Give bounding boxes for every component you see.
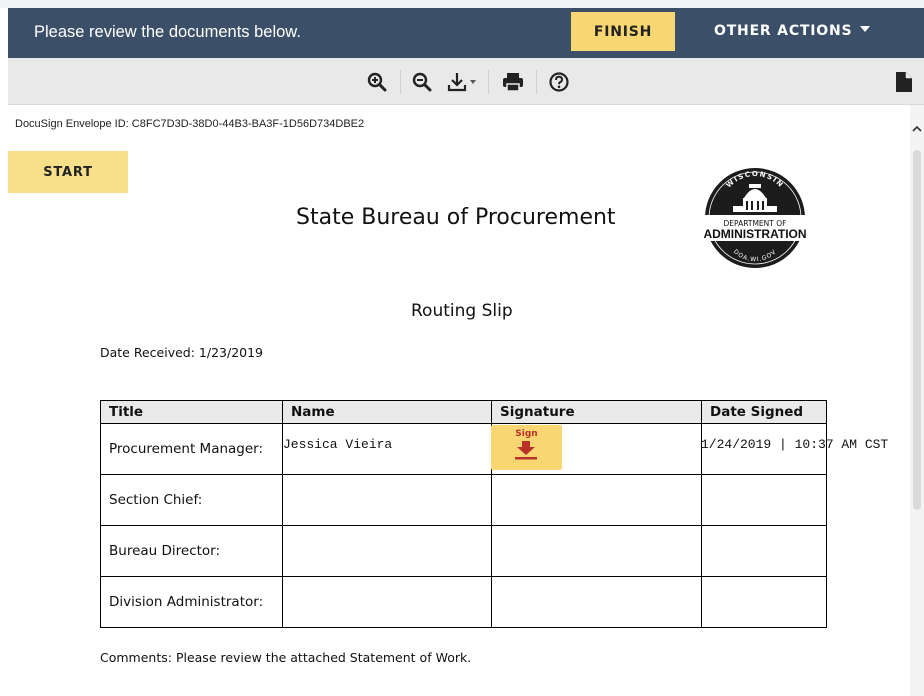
sign-tab-label: Sign — [515, 429, 538, 439]
start-button[interactable]: START — [8, 151, 128, 193]
row-name-cell — [282, 474, 492, 526]
caret-down-icon — [860, 26, 871, 32]
routing-table: Title Name Signature Date Signed Procure… — [100, 400, 827, 628]
row-name-cell — [282, 525, 492, 577]
column-header: Title — [100, 400, 283, 424]
envelope-id: DocuSign Envelope ID: C8FC7D3D-38D0-44B3… — [15, 118, 365, 130]
zoom-out-icon[interactable] — [409, 68, 435, 96]
other-actions-label: OTHER ACTIONS — [714, 23, 853, 39]
review-message: Please review the documents below. — [34, 23, 301, 41]
table-row: Division Administrator: — [100, 576, 827, 628]
row-date-cell — [701, 474, 827, 526]
download-icon[interactable] — [446, 68, 482, 96]
document-toolbar — [8, 58, 924, 105]
seal-line2: ADMINISTRATION — [703, 227, 806, 241]
document-title: State Bureau of Procurement — [296, 205, 616, 230]
routing-slip-title: Routing Slip — [411, 301, 513, 321]
row-title: Section Chief: — [100, 474, 283, 526]
toolbar-divider — [488, 70, 489, 94]
print-icon[interactable] — [500, 68, 526, 96]
table-header-row: Title Name Signature Date Signed — [100, 400, 827, 424]
row-title: Bureau Director: — [100, 525, 283, 577]
sign-here-tab[interactable]: Sign — [491, 425, 562, 470]
zoom-in-icon[interactable] — [364, 68, 390, 96]
table-row: Section Chief: — [100, 474, 827, 526]
row-date-cell — [701, 576, 827, 628]
row-name-cell — [282, 576, 492, 628]
date-signed: 1/24/2019 | 10:37 AM CST — [701, 437, 889, 452]
date-received: Date Received: 1/23/2019 — [100, 345, 264, 360]
scroll-up-icon[interactable] — [912, 120, 922, 138]
row-signature-cell — [491, 576, 702, 628]
top-strip — [0, 0, 924, 8]
column-header: Name — [282, 400, 492, 424]
column-header: Signature — [491, 400, 702, 424]
other-actions-menu[interactable]: OTHER ACTIONS — [714, 23, 871, 39]
document-icon[interactable] — [892, 68, 916, 96]
column-header: Date Signed — [701, 400, 827, 424]
row-date-cell — [701, 525, 827, 577]
table-row: Bureau Director: — [100, 525, 827, 577]
row-signature-cell — [491, 525, 702, 577]
help-icon[interactable] — [546, 68, 572, 96]
arrow-down-icon — [514, 441, 538, 466]
finish-button[interactable]: FINISH — [571, 12, 675, 51]
doa-seal-logo: WISCONSIN DEPARTMENT OF ADMINISTRATION D… — [699, 166, 811, 270]
row-title: Procurement Manager: — [100, 423, 283, 475]
toolbar-divider — [400, 70, 401, 94]
row-title: Division Administrator: — [100, 576, 283, 628]
row-signature-cell — [491, 474, 702, 526]
header-bar: Please review the documents below. FINIS… — [8, 8, 924, 58]
signer-name: Jessica Vieira — [283, 437, 393, 452]
toolbar-divider — [536, 70, 537, 94]
comments: Comments: Please review the attached Sta… — [100, 650, 472, 665]
scrollbar-thumb[interactable] — [913, 150, 921, 510]
